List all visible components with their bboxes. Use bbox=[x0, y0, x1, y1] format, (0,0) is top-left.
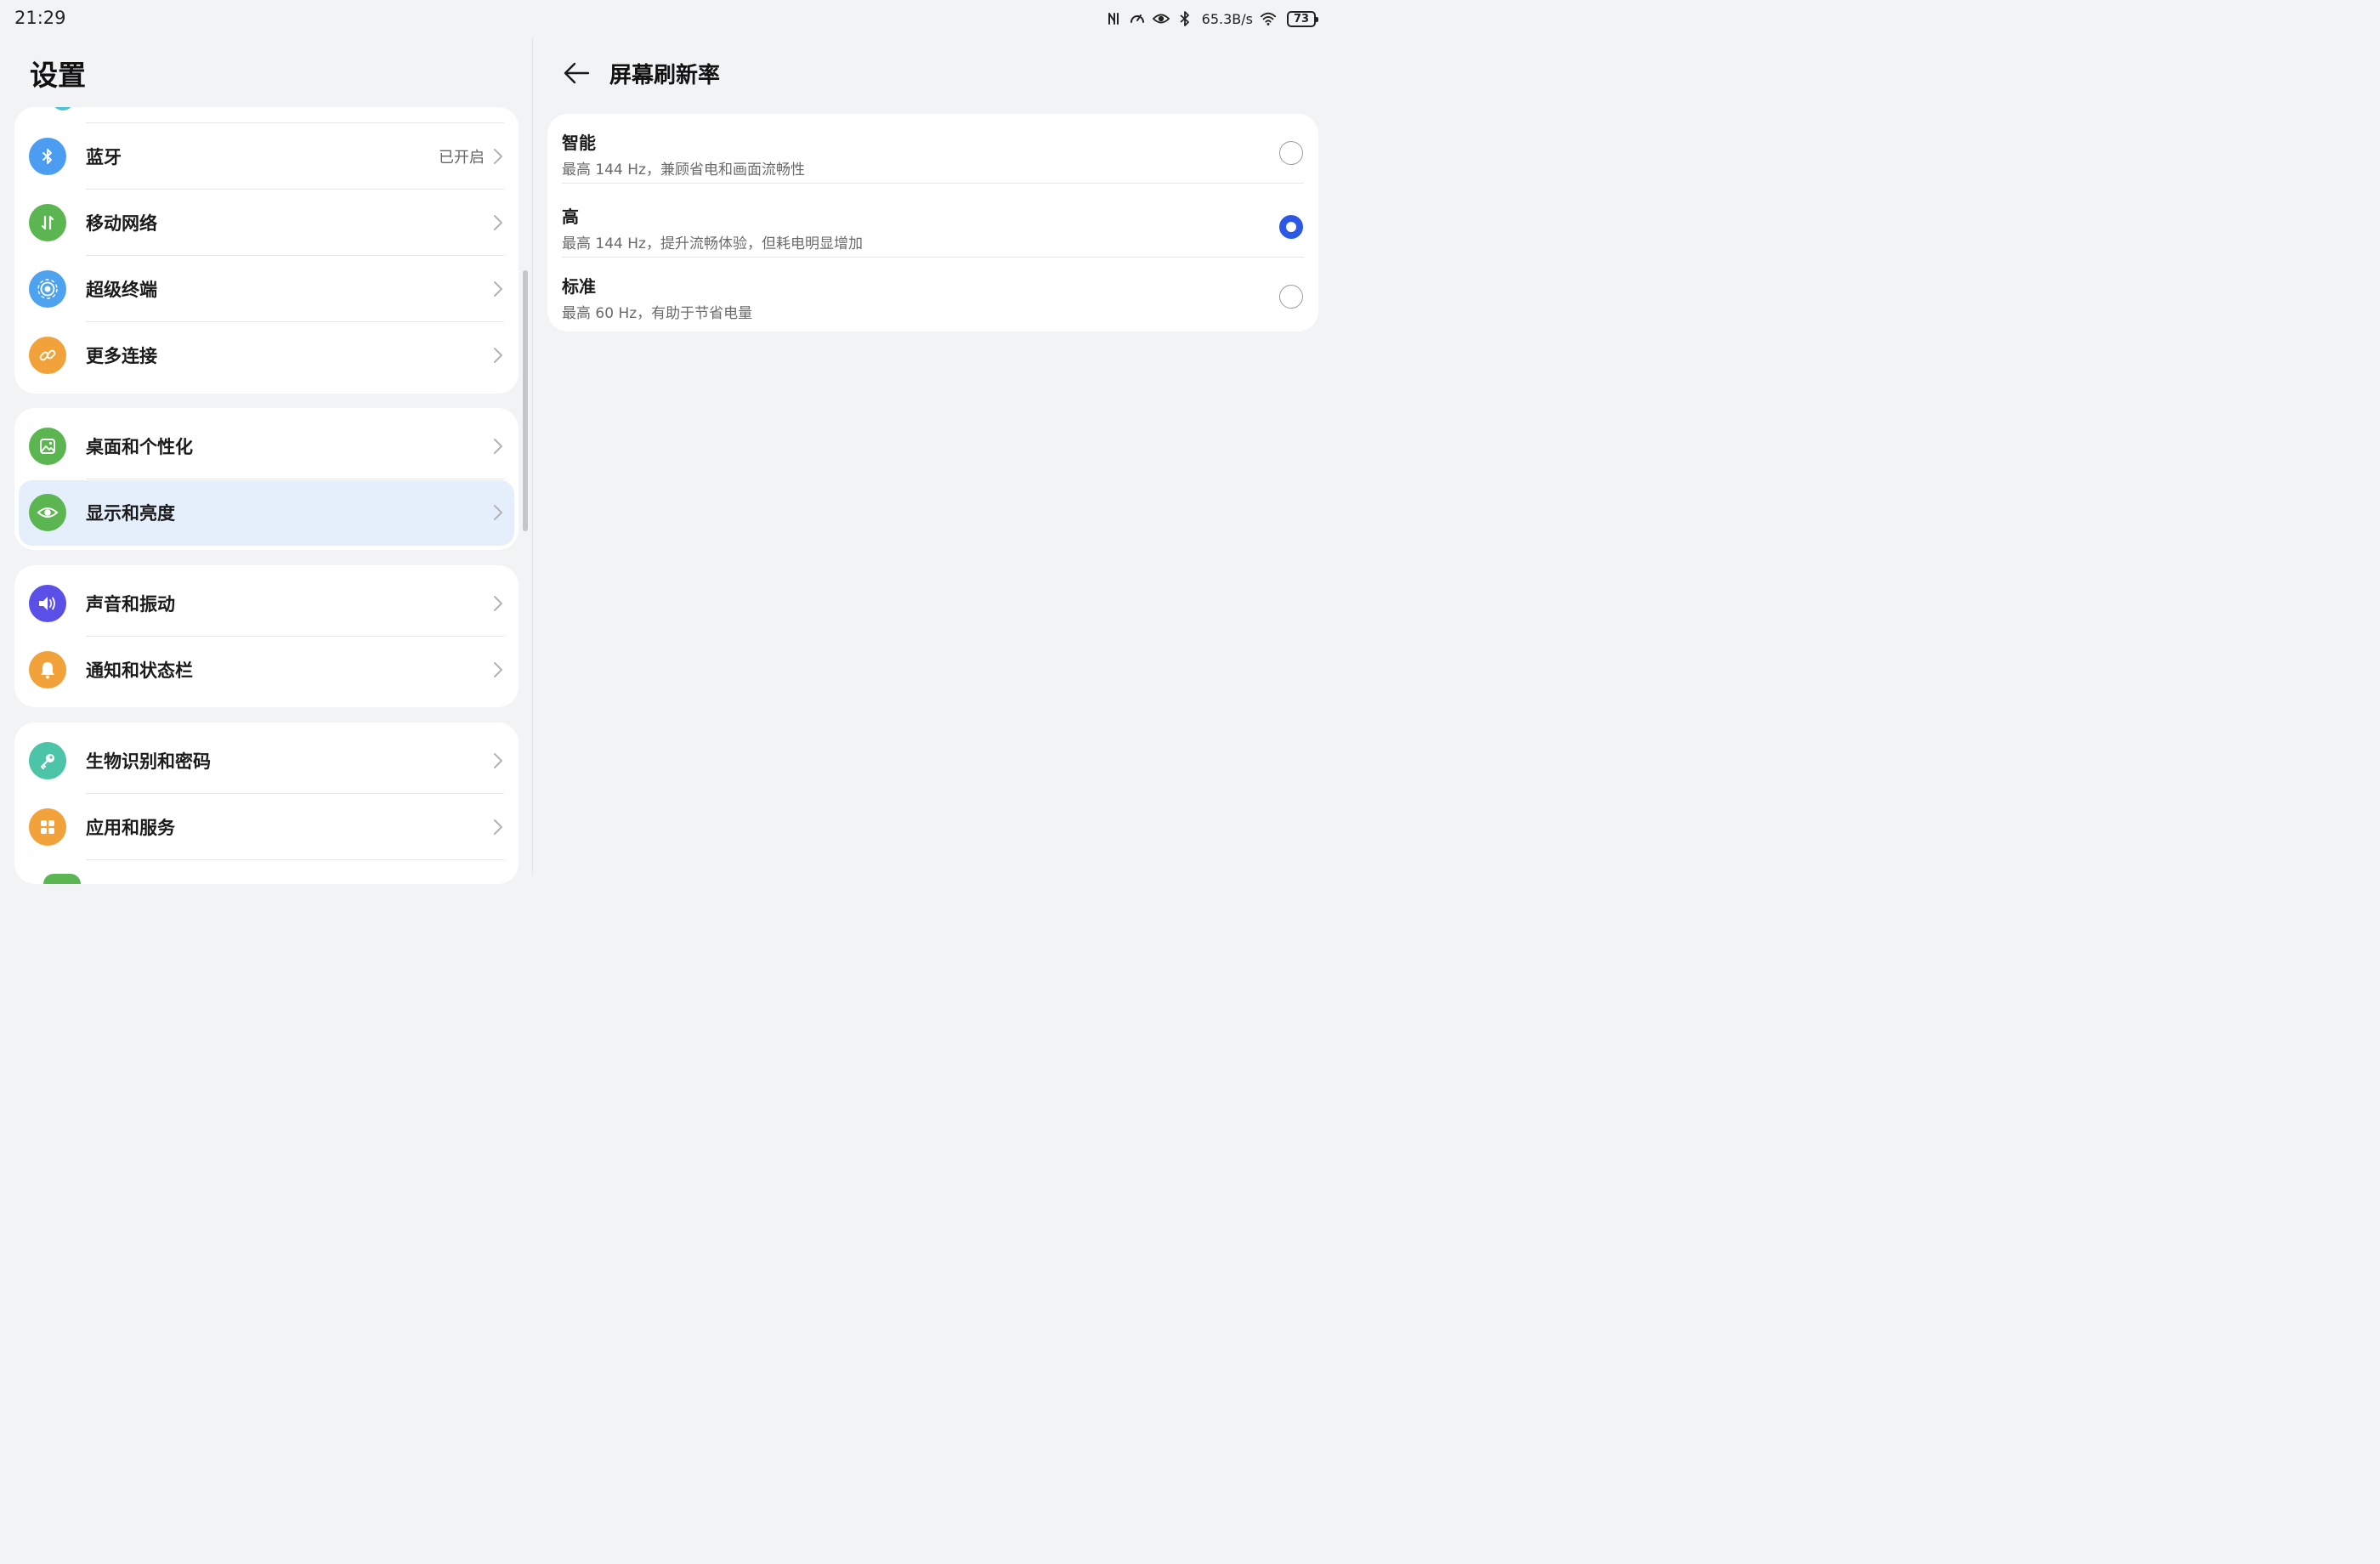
partial-item-icon bbox=[43, 874, 81, 884]
row-divider bbox=[86, 859, 504, 860]
battery-icon: 73 bbox=[1287, 10, 1318, 27]
super-device-icon bbox=[29, 270, 66, 308]
network-speed: 65.3B/s bbox=[1201, 10, 1253, 27]
option-description: 最高 60 Hz，有助于节省电量 bbox=[562, 305, 753, 322]
settings-item-more-connections[interactable]: 更多连接 bbox=[14, 322, 518, 388]
radio-button-selected[interactable] bbox=[1279, 215, 1303, 239]
wifi-icon bbox=[1260, 10, 1277, 27]
battery-level: 73 bbox=[1293, 12, 1310, 26]
eye-comfort-icon bbox=[1152, 10, 1170, 27]
option-standard[interactable]: 标准 最高 60 Hz，有助于节省电量 bbox=[547, 258, 1318, 327]
settings-group-connectivity: 蓝牙 已开启 移动网络 超级终端 更多连接 bbox=[14, 107, 518, 394]
settings-group-security: 生物识别和密码 应用和服务 bbox=[14, 722, 518, 884]
settings-item-mobile-network[interactable]: 移动网络 bbox=[14, 190, 518, 256]
bluetooth-status: 已开启 bbox=[439, 149, 484, 167]
settings-item-label: 应用和服务 bbox=[86, 818, 175, 838]
back-button[interactable] bbox=[561, 58, 592, 88]
row-divider bbox=[562, 183, 1304, 184]
settings-item-label: 声音和振动 bbox=[86, 594, 175, 615]
settings-item-label: 更多连接 bbox=[86, 346, 157, 366]
chevron-right-icon bbox=[494, 662, 502, 677]
pane-divider bbox=[532, 37, 533, 876]
settings-item-label: 生物识别和密码 bbox=[86, 751, 211, 772]
settings-item-label: 超级终端 bbox=[86, 280, 157, 300]
chevron-right-icon bbox=[494, 753, 502, 768]
bluetooth-icon bbox=[1176, 10, 1193, 27]
speed-icon bbox=[1129, 10, 1146, 27]
radio-button[interactable] bbox=[1279, 285, 1303, 309]
chevron-right-icon bbox=[494, 281, 502, 297]
option-description: 最高 144 Hz，提升流畅体验，但耗电明显增加 bbox=[562, 235, 863, 252]
chevron-right-icon bbox=[494, 439, 502, 454]
settings-item-label: 桌面和个性化 bbox=[86, 437, 193, 457]
nfc-icon bbox=[1105, 10, 1122, 27]
option-title: 智能 bbox=[562, 133, 596, 153]
status-icons: 65.3B/s 73 bbox=[1105, 8, 1318, 29]
refresh-rate-options: 智能 最高 144 Hz，兼顾省电和画面流畅性 高 最高 144 Hz，提升流畅… bbox=[547, 114, 1318, 332]
option-title: 高 bbox=[562, 207, 579, 227]
mobile-data-icon bbox=[29, 204, 66, 241]
settings-item-bluetooth[interactable]: 蓝牙 已开启 bbox=[14, 123, 518, 190]
bell-icon bbox=[29, 651, 66, 688]
speaker-icon bbox=[29, 585, 66, 622]
settings-item-super-device[interactable]: 超级终端 bbox=[14, 256, 518, 322]
settings-item-label: 蓝牙 bbox=[86, 147, 122, 167]
arrow-left-icon bbox=[564, 62, 590, 84]
partial-item-icon bbox=[52, 107, 74, 110]
settings-item-sound-vibration[interactable]: 声音和振动 bbox=[14, 570, 518, 637]
option-title: 标准 bbox=[562, 276, 596, 297]
chevron-right-icon bbox=[494, 348, 502, 363]
settings-item-display-brightness[interactable]: 显示和亮度 bbox=[14, 479, 518, 550]
option-smart[interactable]: 智能 最高 144 Hz，兼顾省电和画面流畅性 bbox=[547, 114, 1318, 184]
scrollbar[interactable] bbox=[523, 270, 528, 531]
option-high[interactable]: 高 最高 144 Hz，提升流畅体验，但耗电明显增加 bbox=[547, 188, 1318, 258]
detail-title: 屏幕刷新率 bbox=[609, 63, 721, 88]
settings-group-display: 桌面和个性化 显示和亮度 bbox=[14, 408, 518, 550]
settings-item-apps-services[interactable]: 应用和服务 bbox=[14, 794, 518, 860]
settings-item-label: 移动网络 bbox=[86, 213, 157, 234]
status-bar: 21:29 65.3B/s 73 bbox=[0, 0, 1333, 37]
chevron-right-icon bbox=[494, 149, 502, 164]
wallpaper-icon bbox=[29, 428, 66, 465]
bluetooth-icon bbox=[29, 138, 66, 175]
settings-item-label: 显示和亮度 bbox=[86, 503, 175, 524]
radio-button[interactable] bbox=[1279, 141, 1303, 165]
key-icon bbox=[29, 742, 66, 779]
page-title: 设置 bbox=[30, 59, 86, 92]
settings-item-label: 通知和状态栏 bbox=[86, 660, 193, 681]
chevron-right-icon bbox=[494, 215, 502, 230]
apps-icon bbox=[29, 808, 66, 846]
settings-screen: 21:29 65.3B/s 73 设置 蓝牙 已开启 移动网络 超级终端 更多连… bbox=[0, 0, 1333, 884]
option-description: 最高 144 Hz，兼顾省电和画面流畅性 bbox=[562, 162, 805, 178]
settings-item-biometrics[interactable]: 生物识别和密码 bbox=[14, 728, 518, 794]
chevron-right-icon bbox=[494, 819, 502, 835]
settings-item-home-screen[interactable]: 桌面和个性化 bbox=[14, 413, 518, 479]
link-icon bbox=[29, 337, 66, 374]
status-time: 21:29 bbox=[14, 8, 66, 28]
settings-item-notifications[interactable]: 通知和状态栏 bbox=[14, 637, 518, 703]
eye-icon bbox=[29, 494, 66, 531]
settings-group-sound: 声音和振动 通知和状态栏 bbox=[14, 565, 518, 707]
chevron-right-icon bbox=[494, 596, 502, 611]
chevron-right-icon bbox=[494, 505, 502, 520]
